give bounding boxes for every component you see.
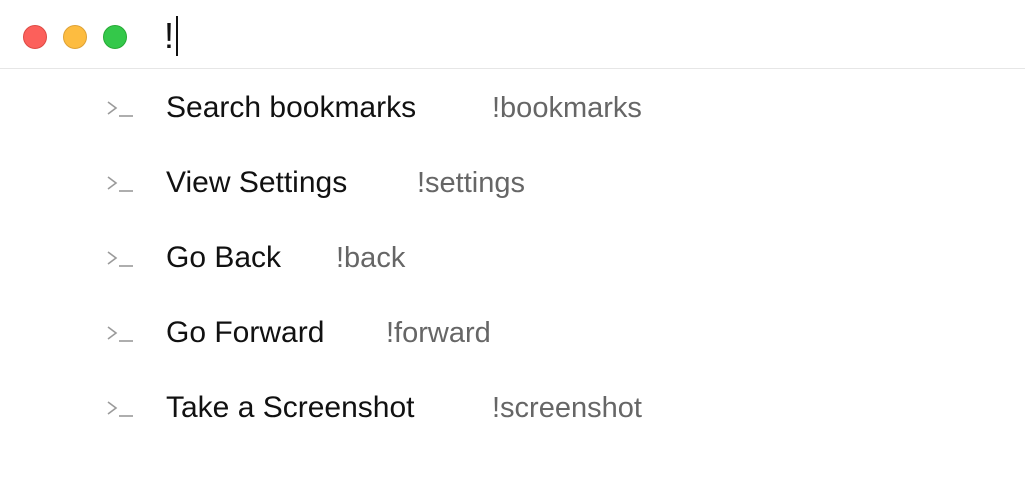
- result-item-take-screenshot[interactable]: Take a Screenshot !screenshot: [0, 370, 1025, 445]
- text-caret: [176, 16, 179, 56]
- result-item-search-bookmarks[interactable]: Search bookmarks !bookmarks: [0, 70, 1025, 145]
- result-item-go-forward[interactable]: Go Forward !forward: [0, 295, 1025, 370]
- result-title: Go Back: [166, 241, 282, 274]
- terminal-prompt-icon: [107, 326, 133, 342]
- result-title: Go Forward: [166, 316, 325, 349]
- terminal-prompt-icon: [107, 401, 133, 417]
- terminal-prompt-icon: [107, 101, 133, 117]
- command-search-input[interactable]: !: [164, 14, 179, 58]
- search-query-text: !: [164, 15, 175, 56]
- result-command: !bookmarks: [492, 92, 642, 124]
- result-title: Search bookmarks: [166, 91, 417, 124]
- result-command: !forward: [386, 317, 491, 349]
- result-title: Take a Screenshot: [166, 391, 415, 424]
- minimize-button[interactable]: [63, 25, 87, 49]
- result-command: !settings: [417, 167, 525, 199]
- terminal-prompt-icon: [107, 251, 133, 267]
- result-command: !back: [336, 242, 406, 274]
- result-item-view-settings[interactable]: View Settings !settings: [0, 145, 1025, 220]
- title-bar: !: [0, 0, 1025, 69]
- close-button[interactable]: [23, 25, 47, 49]
- zoom-button[interactable]: [103, 25, 127, 49]
- terminal-prompt-icon: [107, 176, 133, 192]
- command-palette-window: ! Search bookmarks !bookmarks View Setti…: [0, 0, 1025, 499]
- result-command: !screenshot: [492, 392, 642, 424]
- result-item-go-back[interactable]: Go Back !back: [0, 220, 1025, 295]
- result-title: View Settings: [166, 166, 348, 199]
